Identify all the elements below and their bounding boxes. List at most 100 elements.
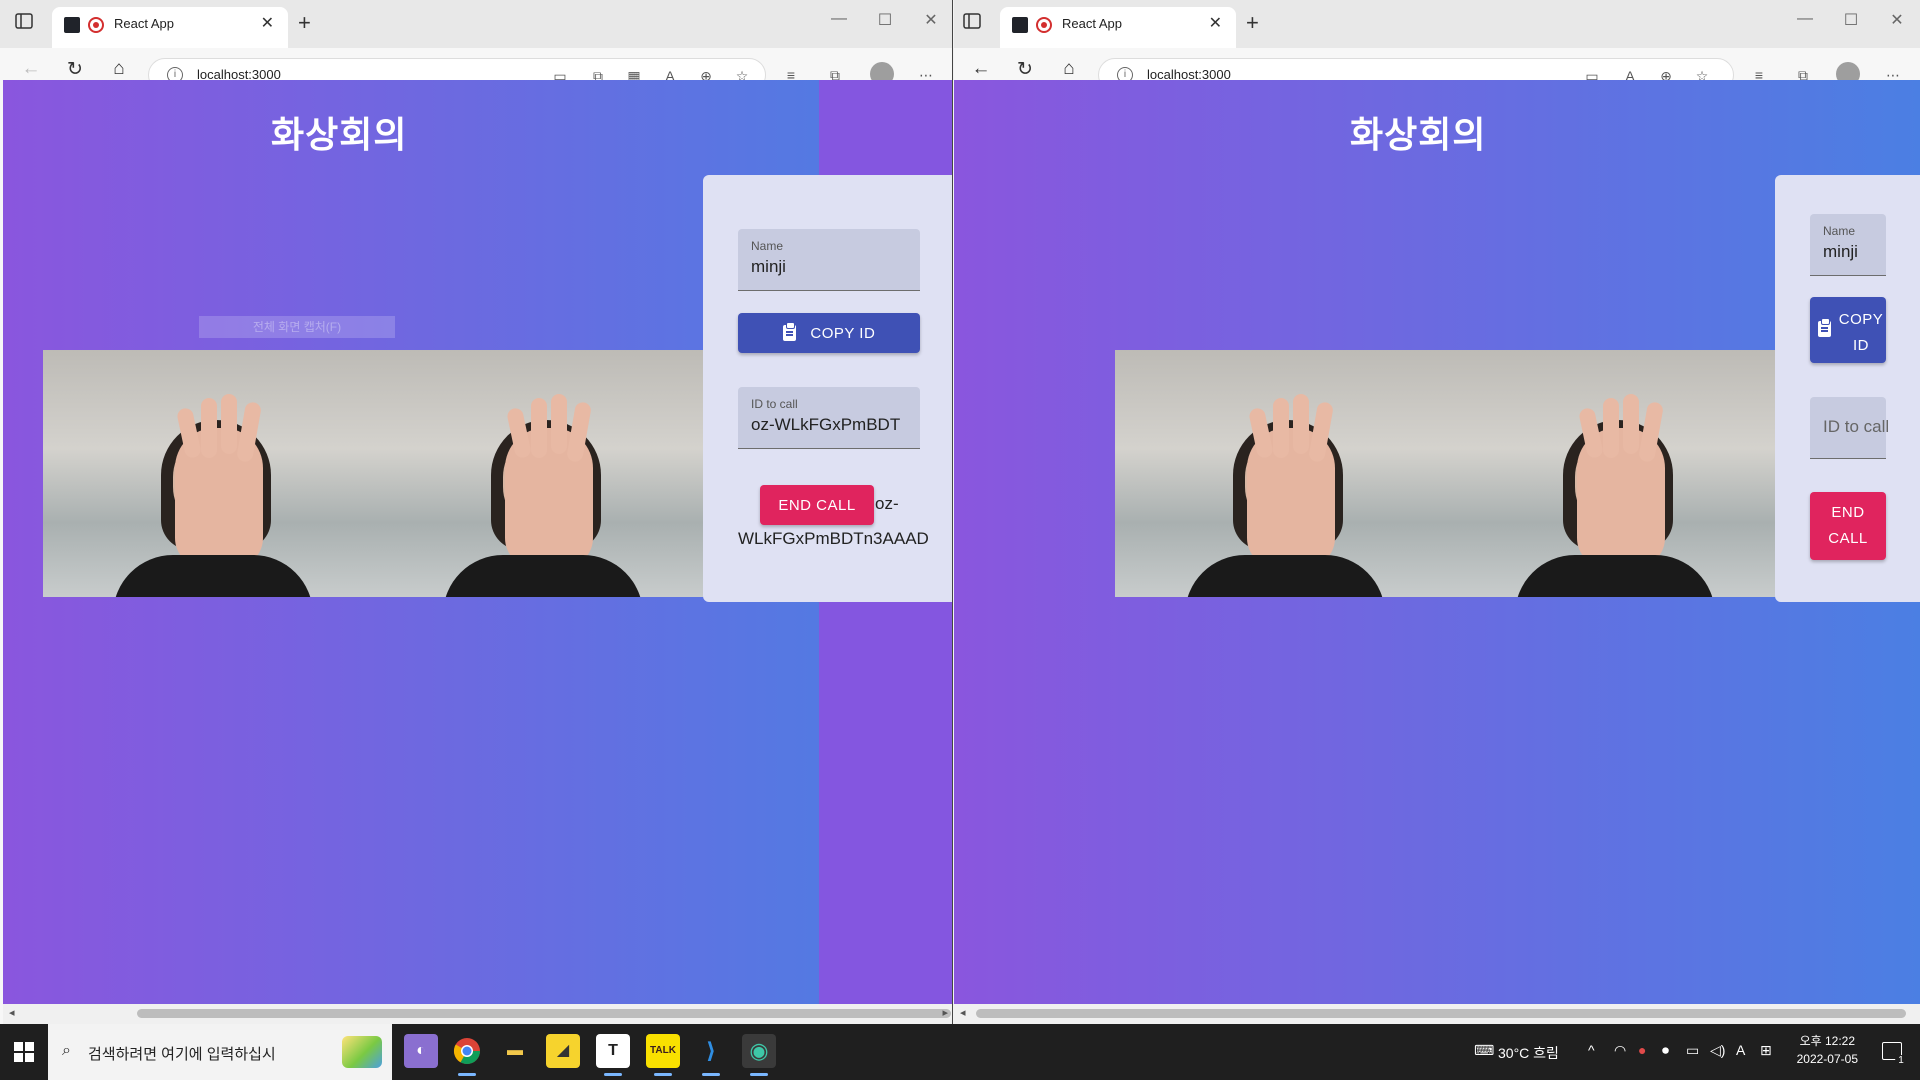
clock-date: 2022-07-05 <box>1796 1052 1858 1066</box>
end-call-button[interactable]: END CALL <box>1810 492 1886 560</box>
name-field-label: Name <box>1823 224 1856 238</box>
copy-id-button-label: COPY ID <box>810 324 876 342</box>
video-row <box>43 350 703 597</box>
taskbar: ⌕ 검색하려면 여기에 입력하십시 ◐ ▬ ◢ T TALK ⟩ ◉ ⌨ 30°… <box>0 1024 1920 1080</box>
minimize-icon[interactable]: — <box>816 10 862 28</box>
tab-title: React App <box>114 16 174 31</box>
scroll-left-icon[interactable]: ◂ <box>960 1006 966 1019</box>
call-panel: Name minji COPY ID ID to call oz-WLkFGxP… <box>703 175 952 602</box>
new-tab-icon[interactable]: + <box>298 10 311 36</box>
horizontal-scrollbar[interactable]: ◂ ▸ <box>3 1004 952 1024</box>
close-window-icon[interactable]: ✕ <box>908 10 952 30</box>
browser-tab[interactable]: React App ✕ <box>52 7 288 48</box>
new-tab-icon[interactable]: + <box>1246 10 1259 36</box>
name-field[interactable]: Name minji <box>1810 214 1886 276</box>
windows-start-icon[interactable] <box>14 1042 34 1062</box>
chrome-icon[interactable] <box>450 1034 484 1076</box>
my-video <box>1115 350 1445 597</box>
video-row <box>1115 350 1775 597</box>
id-to-call-field[interactable]: ID to call <box>1810 397 1890 459</box>
call-id-text-line1: oz- <box>875 494 899 513</box>
copy-label-line1: COPY <box>1838 311 1884 328</box>
close-tab-icon[interactable]: ✕ <box>261 13 274 33</box>
scroll-left-icon[interactable]: ◂ <box>9 1006 15 1019</box>
close-tab-icon[interactable]: ✕ <box>1209 13 1222 33</box>
copy-id-button[interactable]: COPY ID <box>1810 297 1886 363</box>
clock-time: 오후 12:22 <box>1799 1034 1856 1048</box>
scrollbar-thumb[interactable] <box>137 1009 951 1018</box>
id-to-call-value: oz-WLkFGxPmBDT <box>751 415 901 434</box>
title-bar: React App ✕ + — ☐ ✕ <box>954 0 1920 48</box>
react-favicon-icon <box>1012 17 1028 33</box>
volume-icon[interactable]: ◁) <box>1710 1042 1725 1059</box>
taskbar-search[interactable]: ⌕ 검색하려면 여기에 입력하십시 <box>48 1024 392 1080</box>
input-language-icon[interactable]: A <box>1736 1042 1745 1058</box>
weather-text[interactable]: 30°C 흐림 <box>1498 1043 1559 1063</box>
sticky-notes-icon[interactable]: ◢ <box>546 1034 580 1068</box>
notification-center-icon[interactable]: 1 <box>1882 1042 1907 1067</box>
id-to-call-label: ID to call <box>751 397 798 411</box>
maximize-icon[interactable]: ☐ <box>1828 10 1874 30</box>
edge-icon[interactable]: ◉ <box>742 1034 776 1076</box>
tab-actions-icon[interactable] <box>14 12 42 36</box>
my-video <box>43 350 373 597</box>
battery-icon[interactable]: ▭ <box>1686 1042 1699 1059</box>
minimize-icon[interactable]: — <box>1782 10 1828 28</box>
browser-window-right: React App ✕ + — ☐ ✕ ← ↻ ⌂ i localhost:30… <box>954 0 1920 1024</box>
microphone-icon[interactable]: ⏺ <box>1662 1042 1669 1059</box>
refresh-icon[interactable]: ↻ <box>60 58 90 81</box>
screen-capture-tooltip: 전체 화면 캡처(F) <box>199 316 395 338</box>
quick-assist-icon[interactable]: ◐ <box>404 1034 438 1068</box>
call-id-text-line2: WLkFGxPmBDTn3AAAD <box>738 529 929 548</box>
kakaotalk-icon[interactable]: TALK <box>646 1034 680 1076</box>
notification-count: 1 <box>1895 1055 1907 1067</box>
name-field-value: minji <box>1823 242 1858 261</box>
search-icon: ⌕ <box>62 1042 71 1059</box>
back-icon[interactable]: ← <box>16 58 46 80</box>
horizontal-scrollbar[interactable]: ◂ <box>954 1004 1920 1024</box>
call-panel: Name minji COPY ID ID to call END CALL <box>1775 175 1920 602</box>
end-call-line2: CALL <box>1828 530 1868 547</box>
remote-video <box>1445 350 1775 597</box>
name-field-value: minji <box>751 257 786 276</box>
browser-tab[interactable]: React App ✕ <box>1000 7 1236 48</box>
page-viewport: 화상회의 전체 화면 캡처(F) Name minji COPY ID ID t… <box>3 80 952 1004</box>
search-placeholder: 검색하려면 여기에 입력하십시 <box>88 1046 276 1063</box>
keyboard-icon[interactable]: ⌨ <box>1474 1042 1494 1059</box>
id-to-call-placeholder: ID to call <box>1823 417 1890 436</box>
maximize-icon[interactable]: ☐ <box>862 10 908 30</box>
scroll-right-icon[interactable]: ▸ <box>942 1006 948 1019</box>
end-call-line1: END <box>1831 504 1865 521</box>
file-explorer-icon[interactable]: ▬ <box>498 1034 532 1068</box>
end-call-button[interactable]: END CALL <box>760 485 874 525</box>
microphone-muted-icon[interactable]: ● <box>1638 1042 1646 1058</box>
clipboard-icon <box>782 322 796 342</box>
network-icon[interactable]: ◠ <box>1614 1042 1626 1059</box>
typora-icon[interactable]: T <box>596 1034 630 1076</box>
clipboard-icon <box>1818 318 1831 337</box>
tab-title: React App <box>1062 16 1122 31</box>
copy-id-button[interactable]: COPY ID <box>738 313 920 353</box>
remote-video <box>373 350 703 597</box>
copy-id-button-label: COPY ID <box>1838 307 1884 359</box>
weather-widget-icon[interactable] <box>342 1036 382 1068</box>
id-to-call-field[interactable]: ID to call oz-WLkFGxPmBDT <box>738 387 920 449</box>
scrollbar-thumb[interactable] <box>976 1009 1906 1018</box>
page-title: 화상회의 <box>271 114 408 155</box>
ime-icon[interactable]: ⊞ <box>1760 1042 1772 1059</box>
show-hidden-icons-icon[interactable]: ^ <box>1588 1042 1595 1058</box>
home-icon[interactable]: ⌂ <box>1054 58 1084 80</box>
back-icon[interactable]: ← <box>966 58 996 80</box>
refresh-icon[interactable]: ↻ <box>1010 58 1040 81</box>
tab-actions-icon[interactable] <box>962 12 990 36</box>
title-bar: React App ✕ + — ☐ ✕ <box>0 0 952 48</box>
home-icon[interactable]: ⌂ <box>104 58 134 80</box>
recording-indicator-icon <box>1036 17 1052 33</box>
name-field[interactable]: Name minji <box>738 229 920 291</box>
recording-indicator-icon <box>88 17 104 33</box>
vscode-icon[interactable]: ⟩ <box>694 1034 728 1076</box>
react-favicon-icon <box>64 17 80 33</box>
browser-window-left: React App ✕ + — ☐ ✕ ← ↻ ⌂ i localhost:30… <box>0 0 953 1024</box>
close-window-icon[interactable]: ✕ <box>1874 10 1920 30</box>
clock[interactable]: 오후 12:22 2022-07-05 <box>1797 1032 1858 1068</box>
